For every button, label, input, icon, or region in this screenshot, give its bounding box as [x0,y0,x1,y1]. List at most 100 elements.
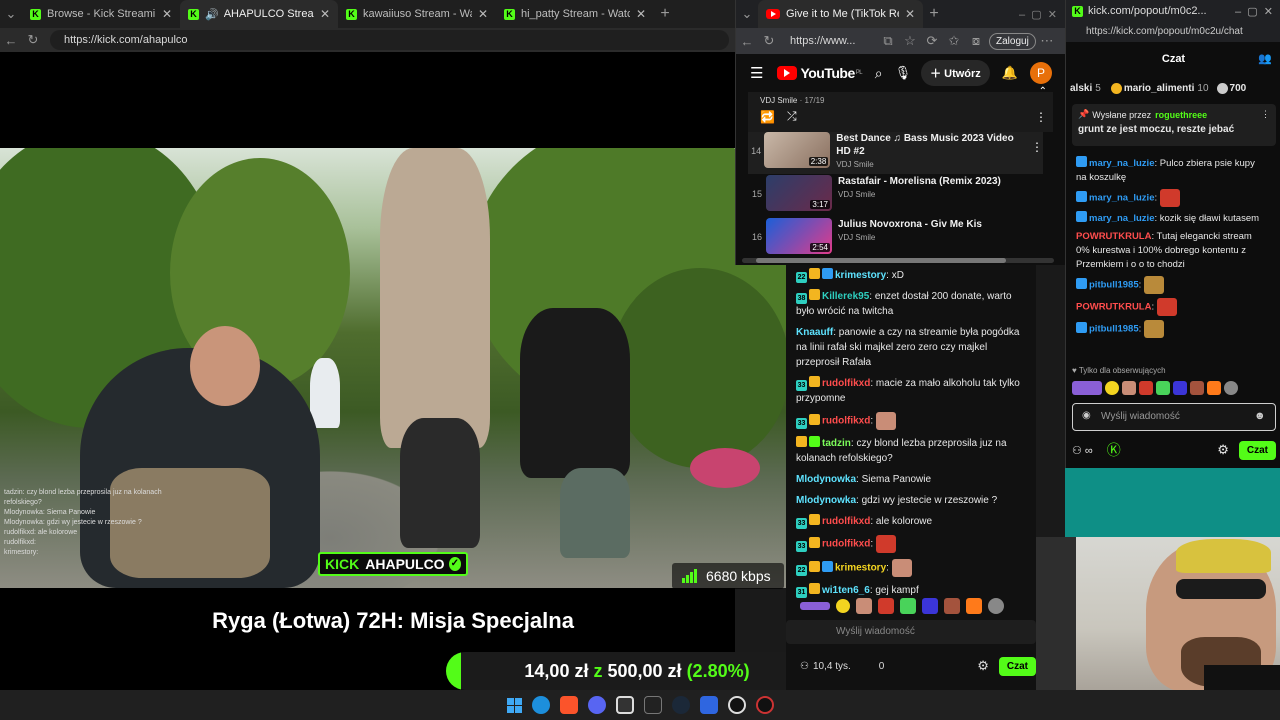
settings-icon[interactable]: ⚙ [977,658,989,674]
infinity-points-icon[interactable]: ⚇ ∞ [1072,444,1093,457]
item-menu-icon[interactable]: ⋮ [1031,132,1043,154]
close-tab-icon[interactable]: ✕ [636,7,646,21]
chat-username[interactable]: mary_na_luzie [1089,158,1154,169]
chat-username[interactable]: POWRUTKRULA [1076,231,1151,242]
emote[interactable] [1224,381,1238,395]
playlist-menu-icon[interactable]: ⋮ [1035,110,1047,124]
emote[interactable] [1190,381,1204,395]
tab-hi-patty[interactable]: K hi_patty Stream - Watch Live on K ✕ [496,0,654,28]
pinned-by-user[interactable]: roguethreee [1155,110,1207,120]
emote[interactable] [966,598,982,614]
tab-kawaiiuso[interactable]: K kawaiiuso Stream - Watch Live on ✕ [338,0,496,28]
close-tab-icon[interactable]: ✕ [905,7,915,21]
emote[interactable] [856,598,872,614]
obs-studio-icon[interactable] [727,696,746,714]
close-tab-icon[interactable]: ✕ [478,7,488,21]
popout-send-button[interactable]: Czat [1238,440,1276,460]
youtube-logo[interactable]: YouTube PL [777,65,863,81]
chat-username[interactable]: tadzin [822,438,851,449]
notifications-bell-icon[interactable]: 🔔 [1002,65,1018,81]
obs-icon[interactable] [615,696,634,714]
chat-emote[interactable] [1143,276,1164,294]
video-thumbnail[interactable]: 2:38 [764,132,831,168]
video-thumbnail[interactable]: 2:54 [766,218,832,254]
horizontal-scrollbar[interactable] [742,258,1054,263]
profile-switch-icon[interactable]: ⧇ [965,33,987,49]
chat-username[interactable]: Mlodynowka [796,474,856,485]
playlist-item[interactable]: 14 2:38 Best Dance ♫ Bass Music 2023 Vid… [748,132,1043,174]
windows-start-icon[interactable] [506,697,522,713]
chat-emote[interactable] [1159,189,1180,207]
close-tab-icon[interactable]: ✕ [162,7,172,21]
login-button[interactable]: Zaloguj [989,32,1036,50]
discord-icon[interactable] [587,696,606,714]
loop-icon[interactable]: 🔁 [760,110,775,124]
chat-username[interactable]: krimestory [835,563,886,574]
kick-k-icon[interactable]: Ⓚ [1107,440,1121,460]
emote[interactable] [944,598,960,614]
window-controls[interactable]: – ▢ ✕ [1235,5,1273,18]
window-controls[interactable]: – ▢ ✕ [1019,8,1057,21]
app-icon[interactable] [699,696,718,714]
emote[interactable] [1173,381,1187,395]
chat-username[interactable]: pitbull1985 [1089,280,1139,291]
emote[interactable] [922,598,938,614]
video-title[interactable]: Best Dance ♫ Bass Music 2023 Video HD #2 [836,132,1025,158]
video-title[interactable]: Rastafair - Morelisna (Remix 2023) [838,175,1001,188]
settings-icon[interactable]: ⚙ [1217,442,1229,458]
emote[interactable] [836,599,850,613]
chat-username[interactable]: rudolfikxd [822,516,870,527]
chat-username[interactable]: rudolfikxd [822,378,870,389]
speaker-icon[interactable]: 🔊 [205,8,219,21]
video-thumbnail[interactable]: 3:17 [766,175,832,211]
emoji-icon[interactable]: ☻ [1254,410,1266,422]
chat-input[interactable]: Wyślij wiadomość [786,620,1036,644]
users-icon[interactable]: 👥 [1258,52,1272,65]
chat-username[interactable]: krimestory [835,270,886,281]
extensions-icon[interactable]: ⧉ [877,33,899,49]
new-tab-icon[interactable]: + [654,5,676,23]
tab-ahapulco[interactable]: K 🔊 AHAPULCO Stream - Watch Li ✕ [180,0,338,28]
chat-send-button[interactable]: Czat [998,656,1036,676]
tab-list-icon[interactable]: ⌄ [736,6,758,22]
emote[interactable] [1207,381,1221,395]
emote[interactable] [1156,381,1170,395]
emote[interactable] [988,598,1004,614]
back-icon[interactable]: ← [0,33,22,48]
chat-emote[interactable] [891,559,912,577]
chat-emote[interactable] [875,412,896,430]
popout-url[interactable]: https://kick.com/popout/m0c2u/chat [1066,22,1280,42]
emote[interactable] [1105,381,1119,395]
chat-username[interactable]: rudolfikxd [822,416,870,427]
account-avatar[interactable]: P [1030,62,1052,84]
emote[interactable] [1139,381,1153,395]
emote[interactable] [878,598,894,614]
bookmark-star-icon[interactable]: ☆ [899,33,921,49]
close-tab-icon[interactable]: ✕ [320,7,330,21]
epic-games-icon[interactable] [643,696,662,714]
shuffle-icon[interactable]: ⤮ [787,109,797,124]
steam-icon[interactable] [671,696,690,714]
chat-emote[interactable] [875,535,896,553]
unpin-icon[interactable]: ⋮ [1261,109,1270,120]
chat-username[interactable]: POWRUTKRULA [1076,302,1151,313]
sync-icon[interactable]: ⟳ [921,33,943,49]
playlist-item[interactable]: 16 2:54 Julius Novoxrona - Giv Me Kis VDJ… [748,218,1043,260]
new-tab-icon[interactable]: + [923,5,945,23]
chat-username[interactable]: rudolfikxd [822,539,870,550]
playlist-item[interactable]: 15 3:17 Rastafair - Morelisna (Remix 202… [748,175,1043,217]
popout-chat-input[interactable]: Wyślij wiadomość [1072,403,1276,431]
tab-browse-kick[interactable]: K Browse - Kick Streaming ✕ [22,0,180,28]
reload-icon[interactable]: ↻ [22,32,44,48]
chat-emote[interactable] [1143,320,1164,338]
edge-icon[interactable] [531,696,550,714]
emote[interactable] [900,598,916,614]
url-field[interactable]: https://www... [786,31,871,51]
reload-icon[interactable]: ↻ [758,33,780,49]
chat-emote[interactable] [1156,298,1177,316]
video-title[interactable]: Julius Novoxrona - Giv Me Kis [838,218,982,231]
emote[interactable] [1122,381,1136,395]
favorites-icon[interactable]: ✩ [943,33,965,49]
chat-username[interactable]: wi1ten6_6 [822,585,870,596]
hamburger-menu-icon[interactable]: ☰ [750,64,763,82]
